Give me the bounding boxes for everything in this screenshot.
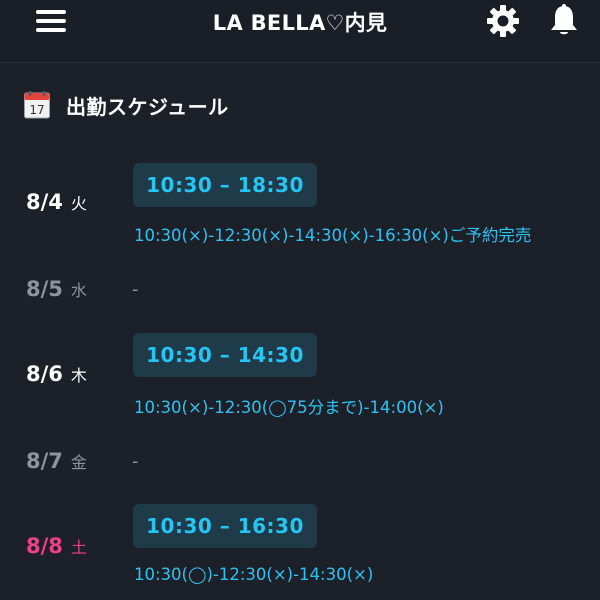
off-day-dash: -	[132, 279, 139, 300]
off-day-dash: -	[132, 451, 139, 472]
day-date: 8/7	[26, 449, 63, 473]
schedule-day-0805: 8/5 水	[26, 277, 87, 301]
day-of-week: 木	[70, 366, 87, 385]
day-date: 8/8	[26, 534, 63, 558]
svg-text:17: 17	[29, 103, 44, 117]
schedule-day-0807: 8/7 金	[26, 449, 87, 473]
schedule-day-0806: 8/6 木	[26, 362, 87, 386]
day-of-week: 土	[70, 538, 87, 557]
hamburger-menu-icon[interactable]	[34, 6, 70, 36]
shift-hours-badge[interactable]: 10:30 – 14:30	[133, 333, 317, 377]
schedule-day-0804: 8/4 火	[26, 190, 87, 214]
reservation-slots[interactable]: 10:30(×)-12:30(×)-14:30(×)-16:30(×)ご予約完売	[134, 222, 531, 246]
day-of-week: 金	[70, 453, 87, 472]
day-date: 8/4	[26, 190, 63, 214]
reservation-slots[interactable]: 10:30(◯)-12:30(×)-14:30(×)	[134, 565, 373, 584]
shift-hours-badge[interactable]: 10:30 – 16:30	[133, 504, 317, 548]
day-date: 8/6	[26, 362, 63, 386]
day-of-week: 水	[70, 281, 87, 300]
section-title-text: 出勤スケジュール	[66, 94, 229, 119]
schedule-day-0808: 8/8 土	[26, 534, 87, 558]
bell-icon[interactable]	[547, 3, 581, 37]
day-date: 8/5	[26, 277, 63, 301]
app-screen: LA BELLA♡内見 17 出勤スケジュール 8/4 火 10:30 – 18…	[0, 0, 600, 600]
day-of-week: 火	[70, 194, 87, 213]
reservation-slots[interactable]: 10:30(×)-12:30(◯75分まで)-14:00(×)	[134, 394, 444, 418]
gear-icon[interactable]	[486, 4, 520, 38]
calendar-icon: 17	[24, 91, 50, 119]
app-title: LA BELLA♡内見	[212, 11, 388, 35]
schedule-section-title: 17 出勤スケジュール	[24, 90, 229, 120]
app-header: LA BELLA♡内見	[0, 0, 600, 63]
shift-hours-badge[interactable]: 10:30 – 18:30	[133, 163, 317, 207]
